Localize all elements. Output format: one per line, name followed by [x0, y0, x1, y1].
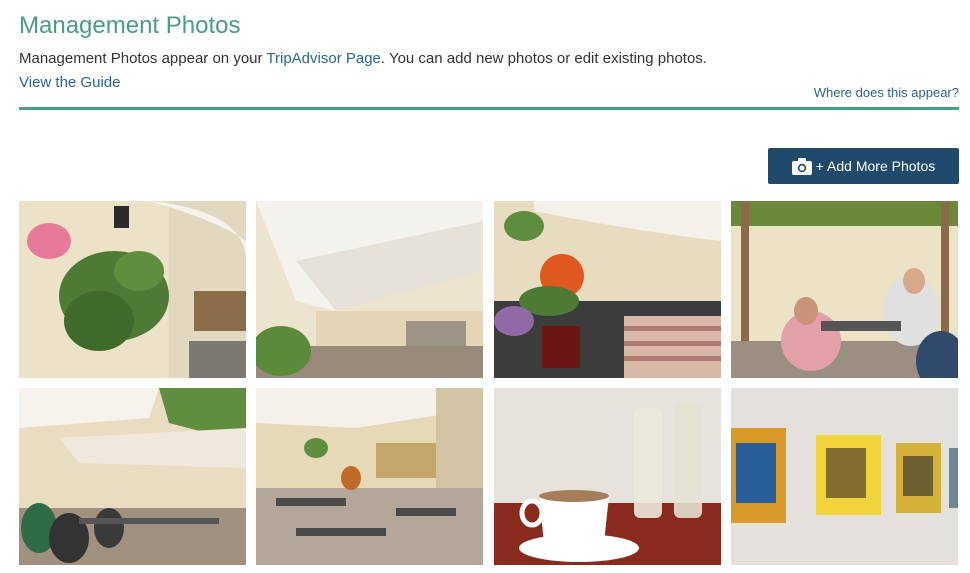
photo-pergola-diners[interactable]	[731, 201, 958, 378]
photo-terrace-guests[interactable]	[19, 388, 246, 565]
header-divider	[19, 107, 959, 110]
photo-hanging-plant[interactable]	[19, 201, 246, 378]
where-appear-link[interactable]: Where does this appear?	[814, 85, 959, 100]
photo-table-flower[interactable]	[494, 201, 721, 378]
photo-coffee-cup[interactable]	[494, 388, 721, 565]
add-more-photos-button[interactable]: + Add More Photos	[768, 148, 959, 184]
photo-courtyard-awning[interactable]	[256, 201, 483, 378]
photo-courtyard-wide[interactable]	[256, 388, 483, 565]
tripadvisor-page-link[interactable]: TripAdvisor Page	[266, 50, 381, 67]
camera-icon	[791, 157, 812, 175]
description-text-start: Management Photos appear on your	[19, 50, 267, 67]
page-title: Management Photos	[19, 12, 241, 39]
page-description: Management Photos appear on your TripAdv…	[19, 50, 707, 67]
description-text-end: . You can add new photos or edit existin…	[380, 50, 707, 67]
add-more-photos-label: + Add More Photos	[815, 158, 936, 174]
photo-wall-paintings[interactable]	[731, 388, 958, 565]
view-guide-link[interactable]: View the Guide	[19, 74, 120, 91]
